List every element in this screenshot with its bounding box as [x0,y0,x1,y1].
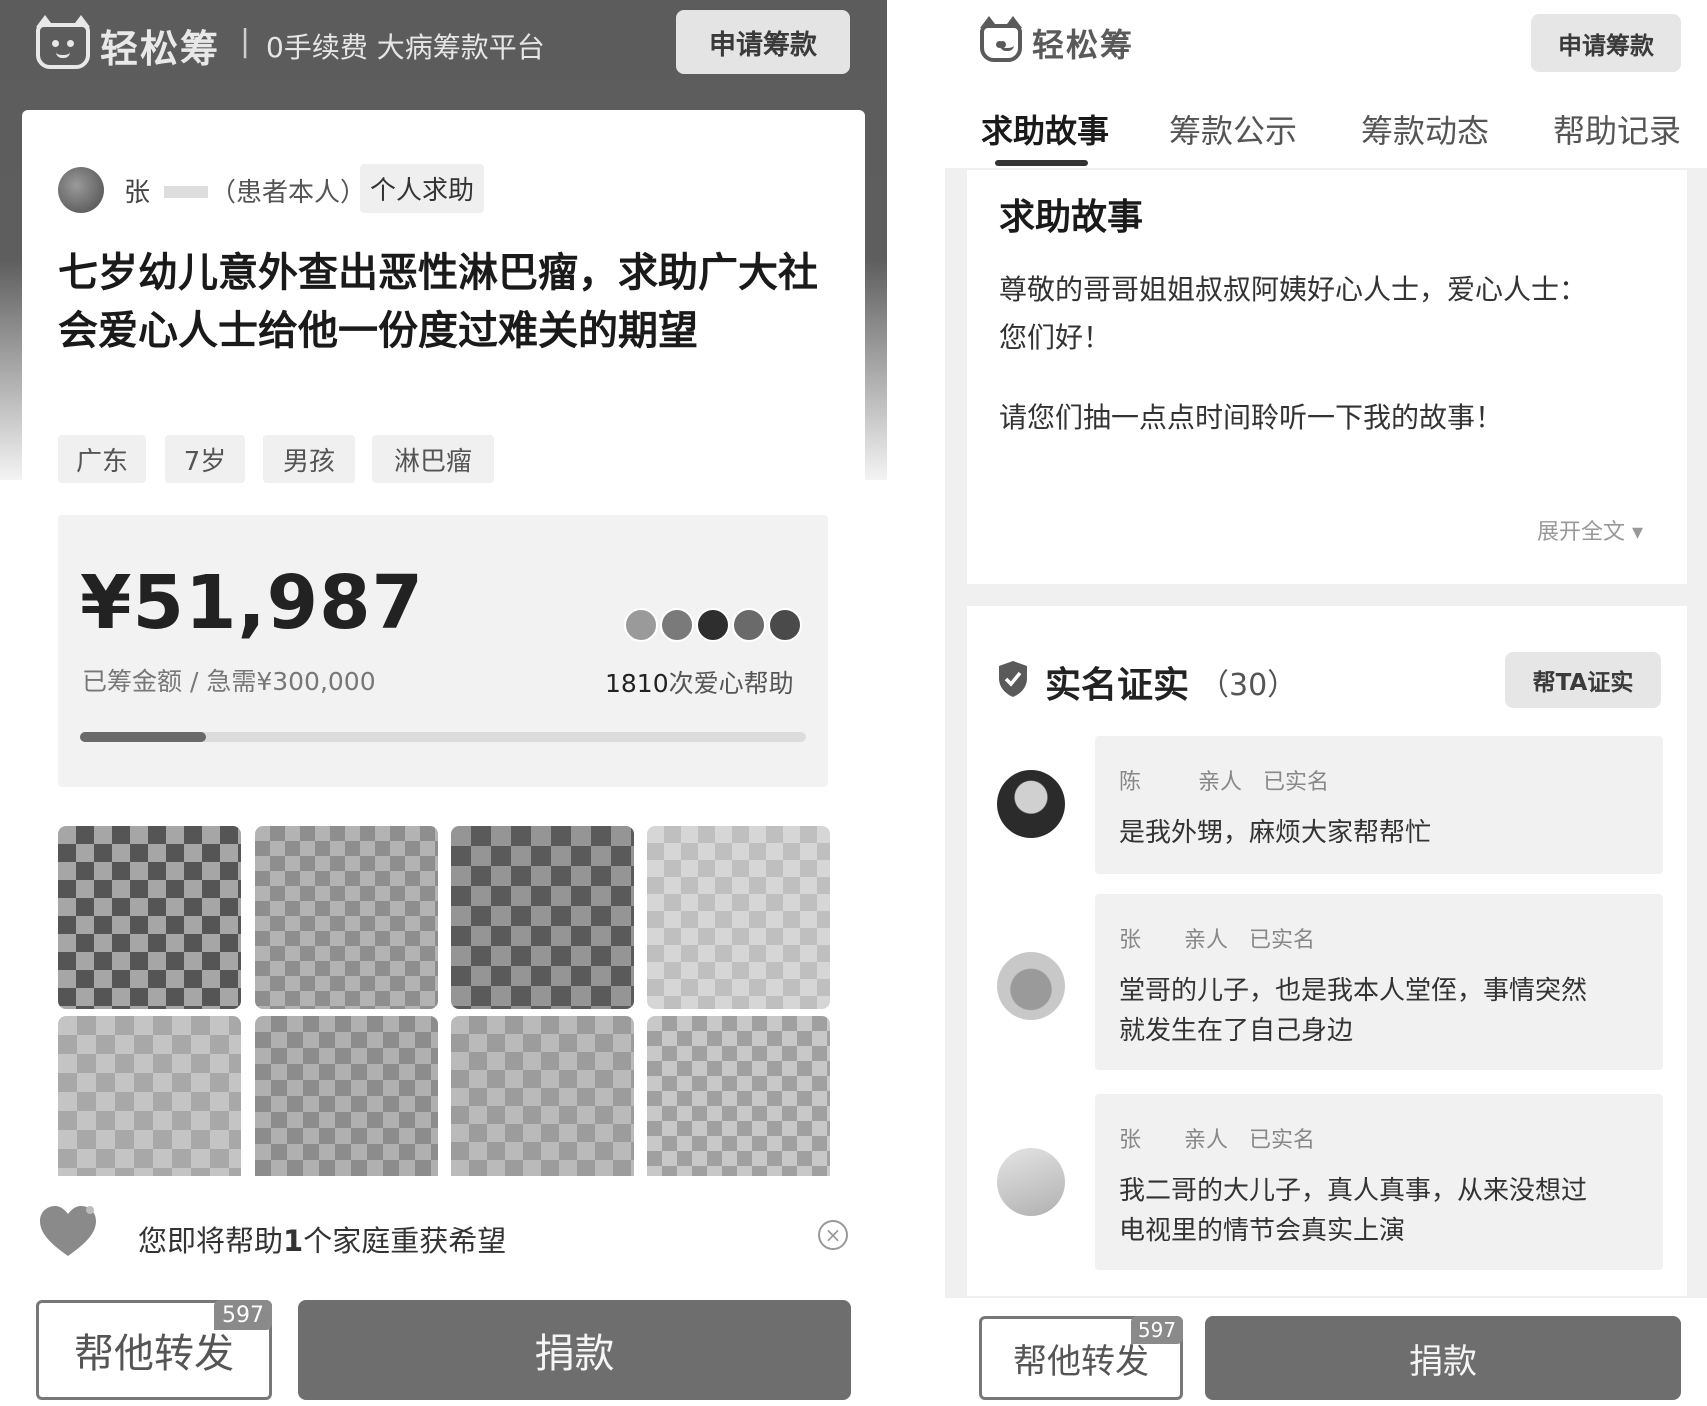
relation-tag: 亲人 [1184,928,1229,953]
patient-photo[interactable] [451,1016,634,1199]
tag-age: 7岁 [165,435,245,483]
story-line: 请您们抽一点点时间聆听一下我的故事！ [999,401,1504,434]
real-name-tag: 已实名 [1263,770,1330,795]
patient-photo[interactable] [58,826,241,1009]
brand-logo: 轻松筹 [36,14,221,73]
author-role: （患者本人） [210,178,367,208]
verification-text: 堂哥的儿子，也是我本人堂侄，事情突然 [1119,976,1588,1006]
story-heading: 求助故事 [999,197,1144,238]
progress-bar-track [80,732,806,742]
tab-help-story[interactable]: 求助故事 [981,106,1109,152]
patient-photo[interactable] [451,826,634,1009]
raised-caption: 已筹金额 / 急需¥300,000 [82,667,376,696]
logo-text: 轻松筹 [100,27,221,71]
author-avatar[interactable] [58,167,104,213]
verifier-avatar [997,1148,1065,1216]
verification-text: 就发生在了自己身边 [1119,1016,1354,1046]
relation-tag: 亲人 [1184,1128,1229,1153]
verification-text: 电视里的情节会真实上演 [1119,1216,1406,1246]
header-divider: | [240,24,251,59]
share-count-badge: 597 [214,1300,272,1330]
donate-button[interactable]: 捐款 [1205,1316,1681,1400]
verifier-avatar [997,770,1065,838]
verifier-name: 张 [1119,1128,1142,1153]
patient-photo[interactable] [647,826,830,1009]
real-name-tag: 已实名 [1249,928,1316,953]
help-count: 1810 [605,669,669,698]
verification-text: 是我外甥，麻烦大家帮帮忙 [1119,818,1432,848]
tag-region: 广东 [58,435,146,483]
author-name: 张 [124,178,151,208]
logo-text: 轻松筹 [1032,26,1135,64]
expand-full-text-link[interactable]: 展开全文 ▾ [1537,514,1643,546]
patient-photo[interactable] [647,1016,830,1199]
verify-heading: 实名证实 [1045,665,1190,706]
raised-amount: ¥51,987 [80,560,425,646]
verification-card [1095,736,1663,874]
verification-text: 我二哥的大儿子，真人真事，从来没想过 [1119,1176,1588,1206]
donor-avatar [768,608,802,642]
heart-icon [40,1206,96,1256]
active-tab-indicator [995,160,1088,166]
verifier-avatar [997,952,1065,1020]
shield-check-icon [999,661,1027,697]
help-banner-text: 您即将帮助1个家庭重获希望 [138,1218,506,1260]
apply-fundraise-button[interactable]: 申请筹款 [1531,14,1681,72]
relation-tag: 亲人 [1198,770,1243,795]
donate-button[interactable]: 捐款 [298,1300,851,1400]
verify-count: （30） [1199,668,1298,703]
story-line: 您们好！ [999,321,1112,354]
verifier-name: 张 [1119,928,1142,953]
banner-count: 1 [283,1224,304,1258]
campaign-title: 七岁幼儿意外查出恶性淋巴瘤，求助广大社会爱心人士给他一份度过难关的期望 [58,250,818,354]
name-mask [164,186,208,198]
banner-post: 个家庭重获希望 [303,1224,507,1258]
donor-avatar [660,608,694,642]
banner-pre: 您即将帮助 [138,1224,284,1258]
help-count-label: 次爱心帮助 [668,669,794,698]
cat-logo-icon [980,16,1022,62]
tag-gender: 男孩 [263,435,355,483]
verifier-name: 陈 [1119,770,1142,795]
help-count-text: 1810次爱心帮助 [605,664,794,700]
close-icon[interactable]: × [818,1220,848,1250]
tab-fund-notice[interactable]: 筹款公示 [1169,106,1297,152]
verify-for-them-button[interactable]: 帮TA证实 [1505,652,1661,708]
story-line: 尊敬的哥哥姐姐叔叔阿姨好心人士，爱心人士： [999,273,1588,306]
tab-help-records[interactable]: 帮助记录 [1553,106,1681,152]
progress-bar-fill [80,732,206,742]
donor-avatar [624,608,658,642]
fundraise-progress [58,515,828,787]
patient-photo[interactable] [255,826,438,1009]
verifier-meta: 张 亲人 已实名 [1119,922,1315,954]
personal-help-tag: 个人求助 [360,164,485,213]
tag-disease: 淋巴瘤 [372,435,494,483]
left-screen: 轻松筹 | 0手续费 大病筹款平台 申请筹款 张 （患者本人） 个人求助 七岁幼… [0,0,887,1406]
donor-avatar [696,608,730,642]
patient-photo[interactable] [58,1016,241,1199]
verifier-meta: 张 亲人 已实名 [1119,1122,1315,1154]
patient-photo[interactable] [255,1016,438,1199]
brand-logo: 轻松筹 [980,16,1135,66]
cat-logo-icon [36,14,90,69]
real-name-tag: 已实名 [1249,1128,1316,1153]
share-count-badge: 597 [1131,1316,1183,1344]
verifier-meta: 陈 亲人 已实名 [1119,764,1329,796]
right-screen: 轻松筹 申请筹款 求助故事 筹款公示 筹款动态 帮助记录 求助故事 尊敬的哥哥姐… [945,0,1707,1406]
header-slogan: 0手续费 大病筹款平台 [266,31,545,64]
apply-fundraise-button[interactable]: 申请筹款 [676,10,850,74]
donor-avatar [732,608,766,642]
tab-fund-updates[interactable]: 筹款动态 [1361,106,1489,152]
